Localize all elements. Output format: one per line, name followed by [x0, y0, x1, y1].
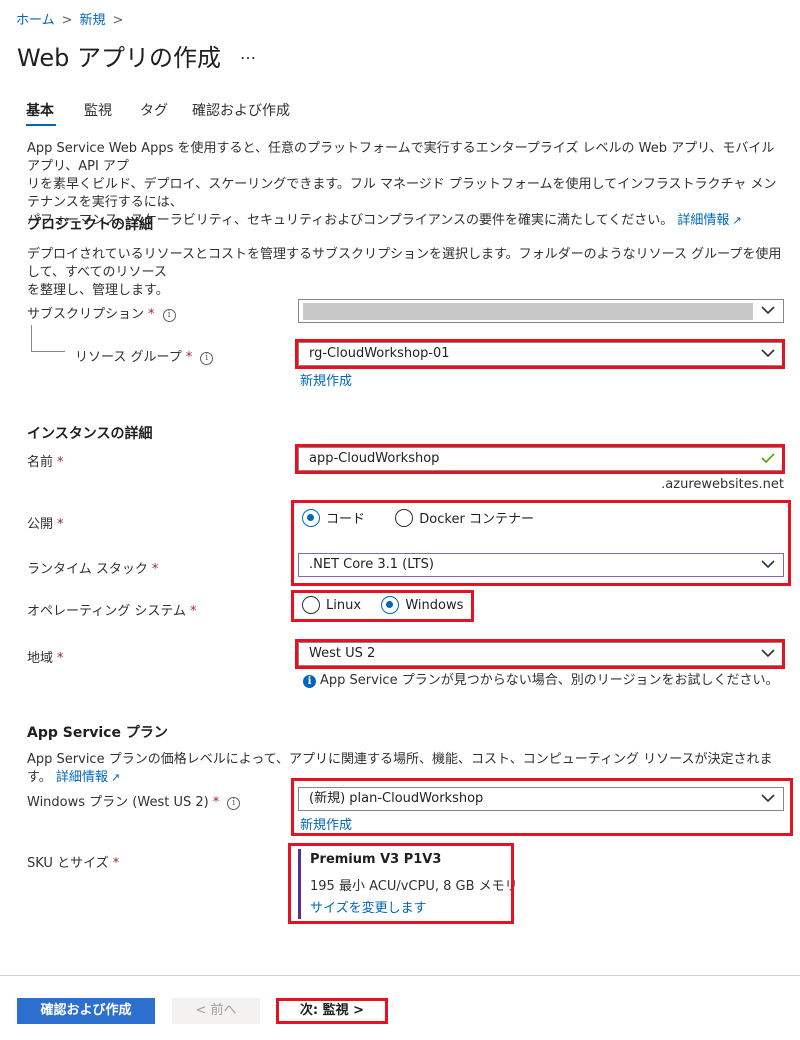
name-label: 名前 * — [27, 455, 64, 470]
chevron-down-icon — [761, 306, 775, 315]
tab-review-create[interactable]: 確認および作成 — [192, 100, 290, 120]
instance-details-heading: インスタンスの詳細 — [27, 426, 153, 442]
tab-monitoring[interactable]: 監視 — [84, 100, 112, 120]
domain-suffix: .azurewebsites.net — [661, 477, 784, 492]
intro-line: App Service Web Apps を使用すると、任意のプラットフォームで… — [27, 141, 775, 174]
os-label: オペレーティング システム * — [27, 604, 197, 619]
redacted-value — [303, 303, 753, 320]
more-options-button[interactable]: … — [240, 44, 256, 63]
active-tab-indicator — [26, 124, 56, 126]
create-new-resource-group-link[interactable]: 新規作成 — [300, 370, 352, 389]
region-info: i App Service プランが見つからない場合、別のリージョンをお試しくださ… — [303, 669, 778, 688]
tree-connector — [31, 325, 32, 351]
info-icon[interactable]: i — [162, 309, 176, 322]
project-description: デプロイされているリソースとコストを管理するサブスクリプションを選択します。フォ… — [27, 247, 782, 298]
footer-divider — [0, 975, 800, 976]
highlight-box — [291, 500, 791, 586]
info-icon[interactable]: i — [200, 352, 214, 365]
tab-tags[interactable]: タグ — [140, 100, 168, 120]
publish-label: 公開 * — [27, 517, 64, 532]
highlight-box — [291, 778, 793, 836]
app-service-plan-heading: App Service プラン — [27, 725, 168, 741]
more-info-link[interactable]: 詳細情報 — [677, 213, 729, 228]
subscription-label: サブスクリプション * i — [27, 303, 176, 322]
external-link-icon: ↗ — [110, 771, 121, 784]
breadcrumb-separator: > — [61, 13, 73, 28]
page-title: Web アプリの作成 — [17, 44, 221, 72]
runtime-stack-label: ランタイム スタック * — [27, 562, 159, 577]
sku-size-label: SKU とサイズ * — [27, 856, 120, 871]
highlight-box — [295, 444, 785, 474]
resource-group-label: リソース グループ * i — [75, 346, 214, 365]
region-label: 地域 * — [27, 651, 64, 666]
info-icon[interactable]: i — [227, 797, 241, 810]
next-monitoring-button[interactable]: 次: 監視 > — [276, 998, 388, 1024]
breadcrumb-home-link[interactable]: ホーム — [16, 13, 55, 28]
windows-plan-label: Windows プラン (West US 2) * i — [27, 791, 241, 810]
subscription-select[interactable] — [298, 299, 784, 323]
highlight-box — [295, 339, 785, 369]
intro-line: リを素早くビルド、デプロイ、スケーリングできます。フル マネージド プラットフォ… — [27, 177, 777, 210]
external-link-icon: ↗ — [732, 214, 742, 227]
breadcrumb-new-link[interactable]: 新規 — [80, 13, 106, 28]
breadcrumb-separator: > — [112, 13, 124, 28]
project-details-heading: プロジェクトの詳細 — [27, 217, 153, 233]
tab-basics[interactable]: 基本 — [26, 100, 54, 120]
previous-button[interactable]: < 前へ — [172, 998, 260, 1024]
plan-more-info-link[interactable]: 詳細情報 — [56, 770, 108, 785]
highlight-box — [288, 843, 514, 924]
review-create-button[interactable]: 確認および作成 — [17, 998, 155, 1024]
info-filled-icon: i — [303, 675, 316, 688]
highlight-box — [291, 590, 474, 622]
highlight-box — [295, 639, 785, 669]
tree-connector — [31, 351, 65, 352]
breadcrumb: ホーム > 新規 > — [16, 9, 130, 28]
